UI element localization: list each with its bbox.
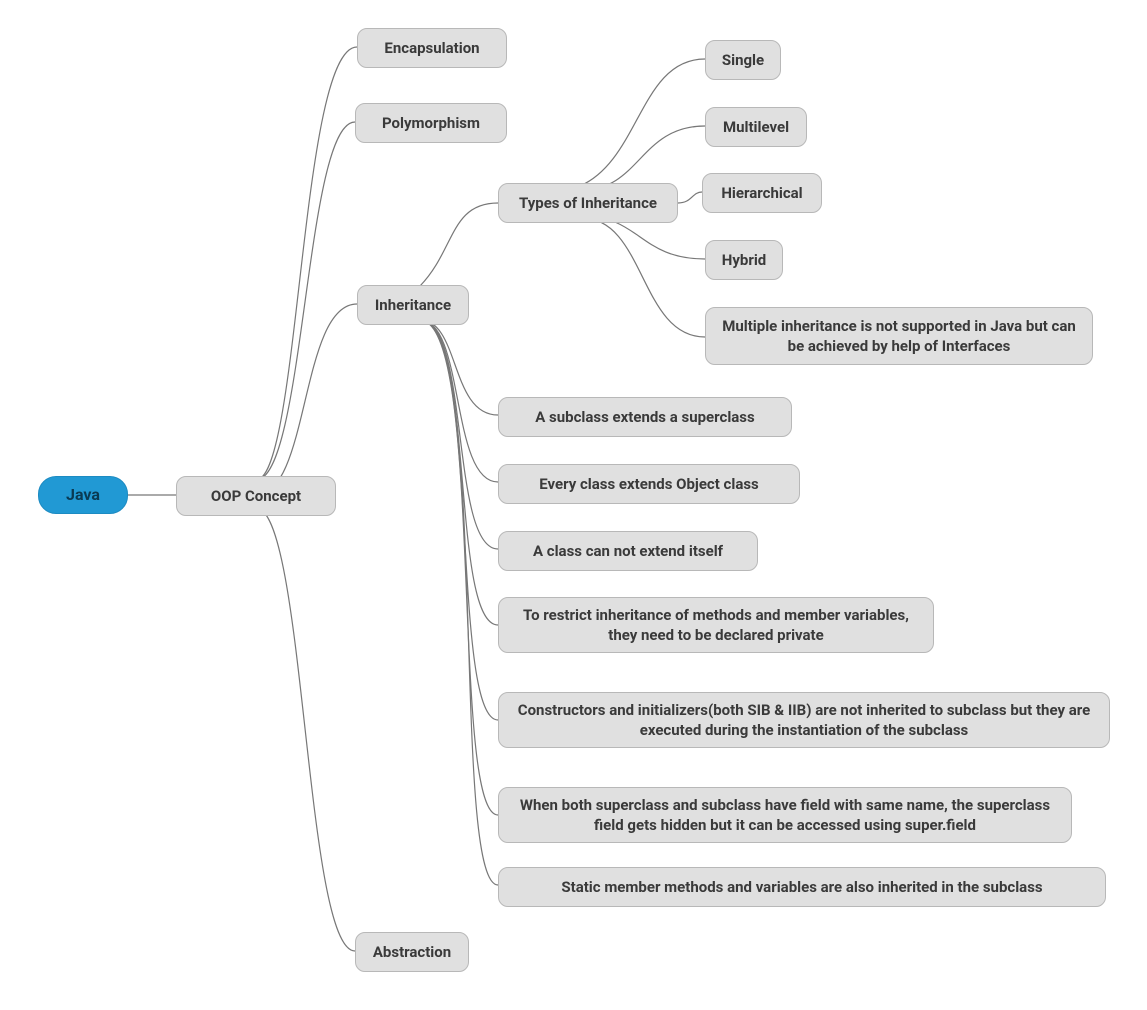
node-label: Multilevel	[723, 117, 789, 137]
node-label: Single	[722, 50, 764, 70]
node-label: Polymorphism	[382, 113, 480, 133]
node-inh-n6[interactable]: When both superclass and subclass have f…	[498, 787, 1072, 843]
node-label: Types of Inheritance	[519, 193, 657, 213]
node-hierarchical[interactable]: Hierarchical	[702, 173, 822, 213]
connector-layer	[0, 0, 1147, 1010]
node-label: Static member methods and variables are …	[561, 877, 1042, 897]
node-label: Hierarchical	[721, 183, 802, 203]
node-multiple-note[interactable]: Multiple inheritance is not supported in…	[705, 307, 1093, 365]
node-label: A class can not extend itself	[533, 541, 723, 561]
node-oop-concept[interactable]: OOP Concept	[176, 476, 336, 516]
node-label: OOP Concept	[211, 486, 301, 506]
node-label: Constructors and initializers(both SIB &…	[515, 700, 1093, 741]
root-label: Java	[66, 484, 100, 506]
node-inh-n7[interactable]: Static member methods and variables are …	[498, 867, 1106, 907]
node-label: Every class extends Object class	[539, 474, 759, 494]
node-single[interactable]: Single	[705, 40, 781, 80]
node-abstraction[interactable]: Abstraction	[355, 932, 469, 972]
node-label: When both superclass and subclass have f…	[515, 795, 1055, 836]
node-label: Inheritance	[375, 295, 451, 315]
node-inh-n3[interactable]: A class can not extend itself	[498, 531, 758, 571]
node-multilevel[interactable]: Multilevel	[705, 107, 807, 147]
root-java[interactable]: Java	[38, 476, 128, 514]
node-inheritance[interactable]: Inheritance	[357, 285, 469, 325]
node-types-of-inheritance[interactable]: Types of Inheritance	[498, 183, 678, 223]
node-inh-n2[interactable]: Every class extends Object class	[498, 464, 800, 504]
node-inh-n4[interactable]: To restrict inheritance of methods and m…	[498, 597, 934, 653]
node-inh-n1[interactable]: A subclass extends a superclass	[498, 397, 792, 437]
node-label: Multiple inheritance is not supported in…	[722, 316, 1076, 357]
node-label: Abstraction	[373, 942, 451, 962]
node-hybrid[interactable]: Hybrid	[705, 240, 783, 280]
node-encapsulation[interactable]: Encapsulation	[357, 28, 507, 68]
node-label: A subclass extends a superclass	[535, 407, 754, 427]
node-inh-n5[interactable]: Constructors and initializers(both SIB &…	[498, 692, 1110, 748]
node-polymorphism[interactable]: Polymorphism	[355, 103, 507, 143]
node-label: Encapsulation	[384, 38, 479, 58]
node-label: To restrict inheritance of methods and m…	[515, 605, 917, 646]
node-label: Hybrid	[722, 250, 767, 270]
